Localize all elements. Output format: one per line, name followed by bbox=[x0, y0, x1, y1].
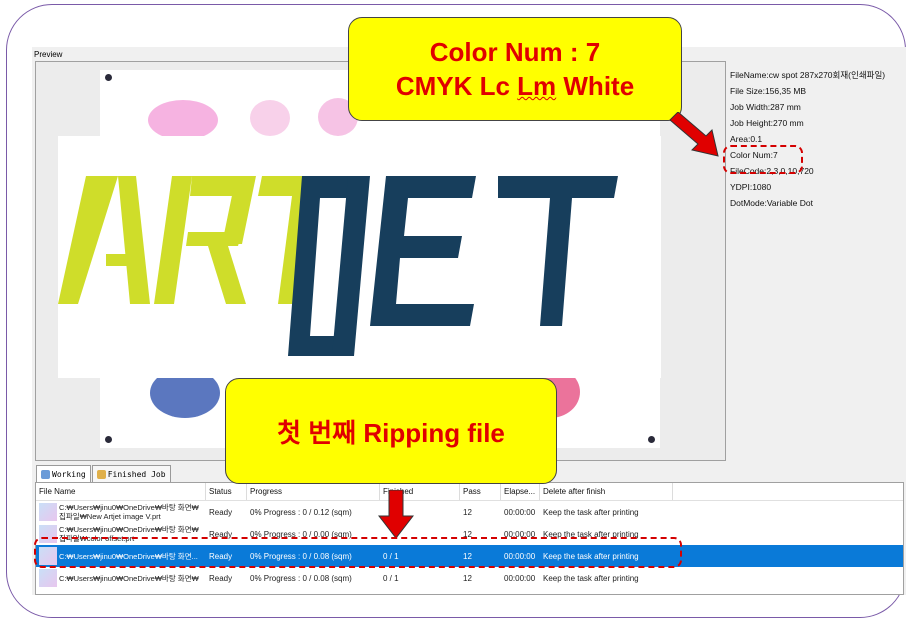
color-num-callout-line1: Color Num : 7 bbox=[429, 37, 601, 67]
arrow-to-color-num-icon bbox=[669, 112, 719, 157]
file-path-cont: 집파일₩New Artjet image V.prt bbox=[59, 512, 161, 521]
job-tabs: Working Finished Job bbox=[36, 465, 172, 483]
preview-title: Preview bbox=[34, 50, 63, 59]
tab-finished-job[interactable]: Finished Job bbox=[91, 465, 171, 483]
ydpi-info: YDPI:1080 bbox=[730, 182, 772, 192]
row-progress: 0% Progress : 0 / 0.12 (sqm) bbox=[250, 507, 352, 517]
finished-job-icon bbox=[96, 470, 106, 479]
column-status[interactable]: Status bbox=[206, 483, 247, 500]
rip-software-window: Preview FileName:cw spot 287x270회재(인쇄파일)… bbox=[32, 47, 906, 595]
color-num-callout: Color Num : 7 CMYK Lc Lm White bbox=[348, 17, 682, 121]
tab-working-label: Working bbox=[52, 470, 86, 479]
working-icon bbox=[41, 470, 50, 479]
registration-mark bbox=[648, 436, 655, 443]
row-delete-option: Keep the task after printing bbox=[543, 573, 639, 583]
table-row[interactable]: C:₩Users₩jinu0₩OneDrive₩바탕 화면₩ Ready 0% … bbox=[36, 567, 903, 589]
row-pass: 12 bbox=[463, 573, 472, 583]
selected-row-highlight bbox=[34, 537, 682, 568]
row-delete-option: Keep the task after printing bbox=[543, 507, 639, 517]
table-row[interactable]: C:₩Users₩jinu0₩OneDrive₩바탕 화면₩ 집파일₩New Ar… bbox=[36, 501, 903, 523]
print-graphic bbox=[250, 100, 290, 136]
registration-mark bbox=[105, 436, 112, 443]
column-delete-after-finish[interactable]: Delete after finish bbox=[540, 483, 673, 500]
row-status: Ready bbox=[209, 573, 233, 583]
job-width-info: Job Width:287 mm bbox=[730, 102, 801, 112]
row-elapsed: 00:00:00 bbox=[504, 573, 536, 583]
color-num-highlight bbox=[723, 145, 803, 174]
column-elapsed[interactable]: Elapse... bbox=[501, 483, 540, 500]
tab-working[interactable]: Working bbox=[36, 465, 91, 483]
registration-mark bbox=[105, 74, 112, 81]
job-height-info: Job Height:270 mm bbox=[730, 118, 804, 128]
row-elapsed: 00:00:00 bbox=[504, 507, 536, 517]
ripping-file-callout: 첫 번째 Ripping file bbox=[225, 378, 557, 484]
column-file-name[interactable]: File Name bbox=[36, 483, 206, 500]
tab-finished-job-label: Finished Job bbox=[107, 470, 166, 479]
file-thumbnail bbox=[39, 569, 57, 587]
column-progress[interactable]: Progress bbox=[247, 483, 380, 500]
row-finished: 0 / 1 bbox=[383, 573, 399, 583]
artjet-logo bbox=[58, 136, 661, 378]
file-thumbnail bbox=[39, 503, 57, 521]
file-path: C:₩Users₩jinu0₩OneDrive₩바탕 화면₩ bbox=[59, 503, 199, 512]
file-path: C:₩Users₩jinu0₩OneDrive₩바탕 화면₩ bbox=[59, 573, 199, 583]
file-info-panel: FileName:cw spot 287x270회재(인쇄파일) File Si… bbox=[728, 67, 906, 463]
file-path: C:₩Users₩jinu0₩OneDrive₩바탕 화면₩ bbox=[59, 525, 199, 534]
column-pass[interactable]: Pass bbox=[460, 483, 501, 500]
color-num-callout-line2: CMYK Lc Lm White bbox=[395, 71, 635, 101]
print-graphic bbox=[148, 100, 218, 140]
row-progress: 0% Progress : 0 / 0.08 (sqm) bbox=[250, 573, 352, 583]
arrow-down-icon bbox=[378, 490, 414, 539]
row-pass: 12 bbox=[463, 507, 472, 517]
dot-mode-info: DotMode:Variable Dot bbox=[730, 198, 813, 208]
table-header: File Name Status Progress Finished Pass … bbox=[36, 483, 903, 501]
row-status: Ready bbox=[209, 507, 233, 517]
file-size-info: File Size:156,35 MB bbox=[730, 86, 807, 96]
ripping-file-callout-text: 첫 번째 Ripping file bbox=[277, 417, 505, 448]
file-name-info: FileName:cw spot 287x270회재(인쇄파일) bbox=[730, 70, 886, 80]
